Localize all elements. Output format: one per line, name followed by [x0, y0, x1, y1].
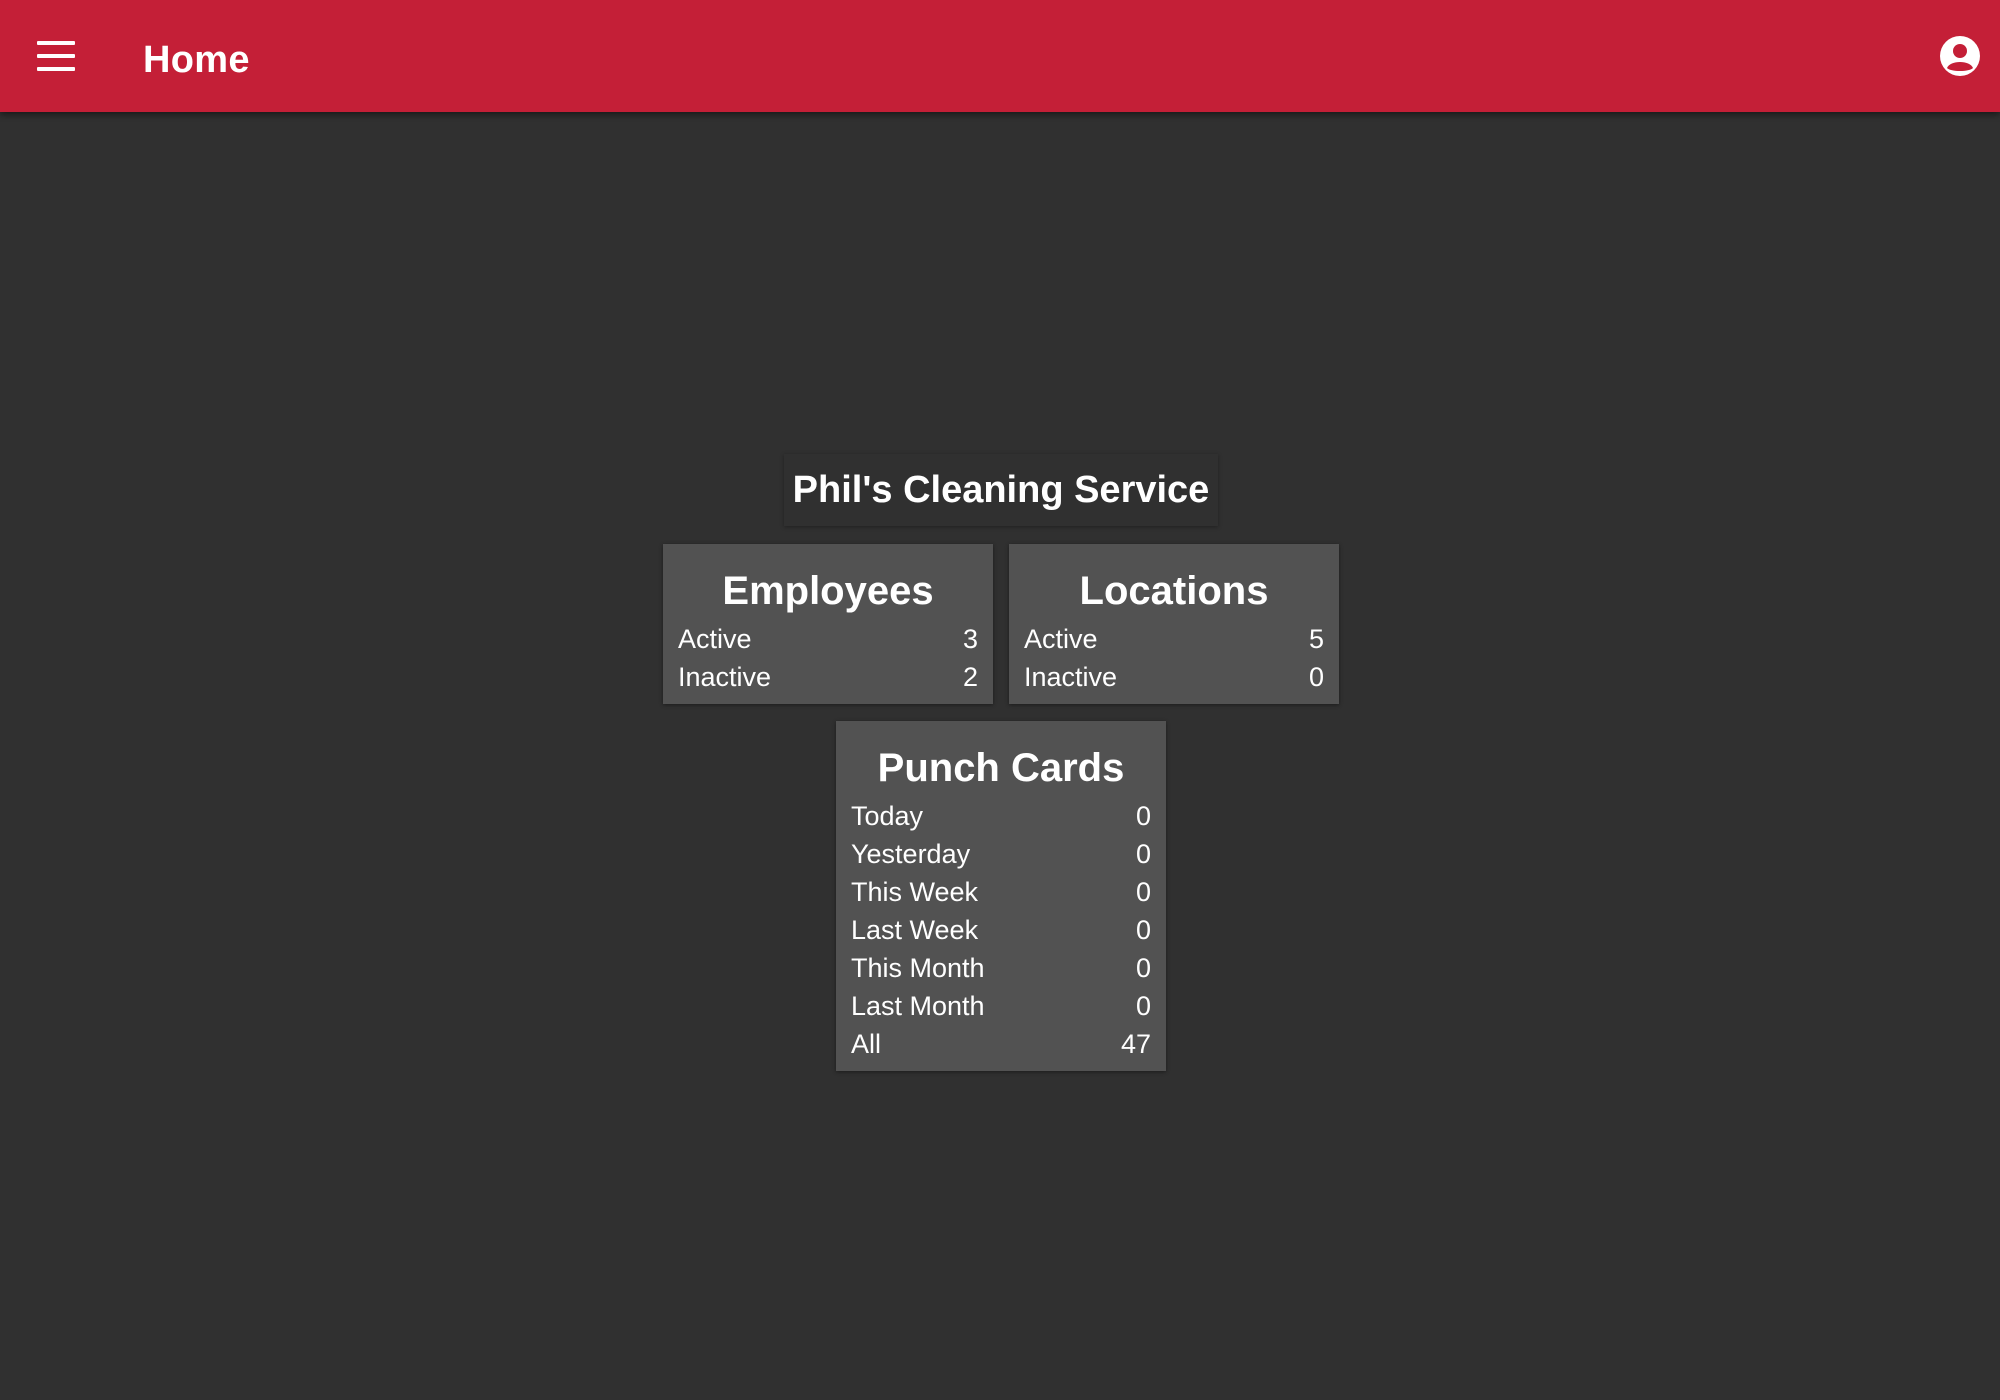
punch-cards-this-month-row: This Month 0: [851, 949, 1151, 987]
row-value: 0: [1135, 877, 1151, 907]
row-value: 0: [1135, 801, 1151, 831]
hamburger-menu-icon[interactable]: [30, 34, 82, 78]
row-value: 2: [962, 662, 978, 692]
row-value: 3: [962, 624, 978, 654]
employees-inactive-row: Inactive 2: [678, 658, 978, 696]
locations-card[interactable]: Locations Active 5 Inactive 0: [1009, 544, 1339, 704]
row-value: 0: [1308, 662, 1324, 692]
locations-inactive-row: Inactive 0: [1024, 658, 1324, 696]
row-value: 47: [1120, 1029, 1151, 1059]
punch-cards-all-row: All 47: [851, 1025, 1151, 1063]
page-title: Home: [143, 39, 250, 81]
row-label: Inactive: [678, 662, 772, 692]
row-value: 0: [1135, 839, 1151, 869]
row-value: 0: [1135, 953, 1151, 983]
employees-card-title: Employees: [722, 569, 934, 613]
row-label: Active: [678, 624, 752, 654]
locations-active-row: Active 5: [1024, 620, 1324, 658]
row-label: Yesterday: [851, 839, 971, 869]
employees-card[interactable]: Employees Active 3 Inactive 2: [663, 544, 993, 704]
row-label: Last Week: [851, 915, 979, 945]
punch-cards-last-week-row: Last Week 0: [851, 911, 1151, 949]
app-bar: Home: [0, 0, 2000, 112]
punch-cards-card[interactable]: Punch Cards Today 0 Yesterday 0 This Wee…: [836, 721, 1166, 1071]
employees-active-row: Active 3: [678, 620, 978, 658]
row-value: 5: [1308, 624, 1324, 654]
row-label: This Month: [851, 953, 985, 983]
row-label: Active: [1024, 624, 1098, 654]
row-label: All: [851, 1029, 882, 1059]
punch-cards-last-month-row: Last Month 0: [851, 987, 1151, 1025]
account-circle-icon[interactable]: [1938, 34, 1982, 78]
punch-cards-this-week-row: This Week 0: [851, 873, 1151, 911]
row-value: 0: [1135, 915, 1151, 945]
row-label: Today: [851, 801, 924, 831]
row-label: Inactive: [1024, 662, 1118, 692]
punch-cards-today-row: Today 0: [851, 797, 1151, 835]
row-value: 0: [1135, 991, 1151, 1021]
locations-card-title: Locations: [1079, 569, 1269, 613]
row-label: Last Month: [851, 991, 985, 1021]
punch-cards-yesterday-row: Yesterday 0: [851, 835, 1151, 873]
company-name-banner: Phil's Cleaning Service: [784, 454, 1218, 526]
row-label: This Week: [851, 877, 979, 907]
punch-cards-card-title: Punch Cards: [877, 746, 1125, 790]
